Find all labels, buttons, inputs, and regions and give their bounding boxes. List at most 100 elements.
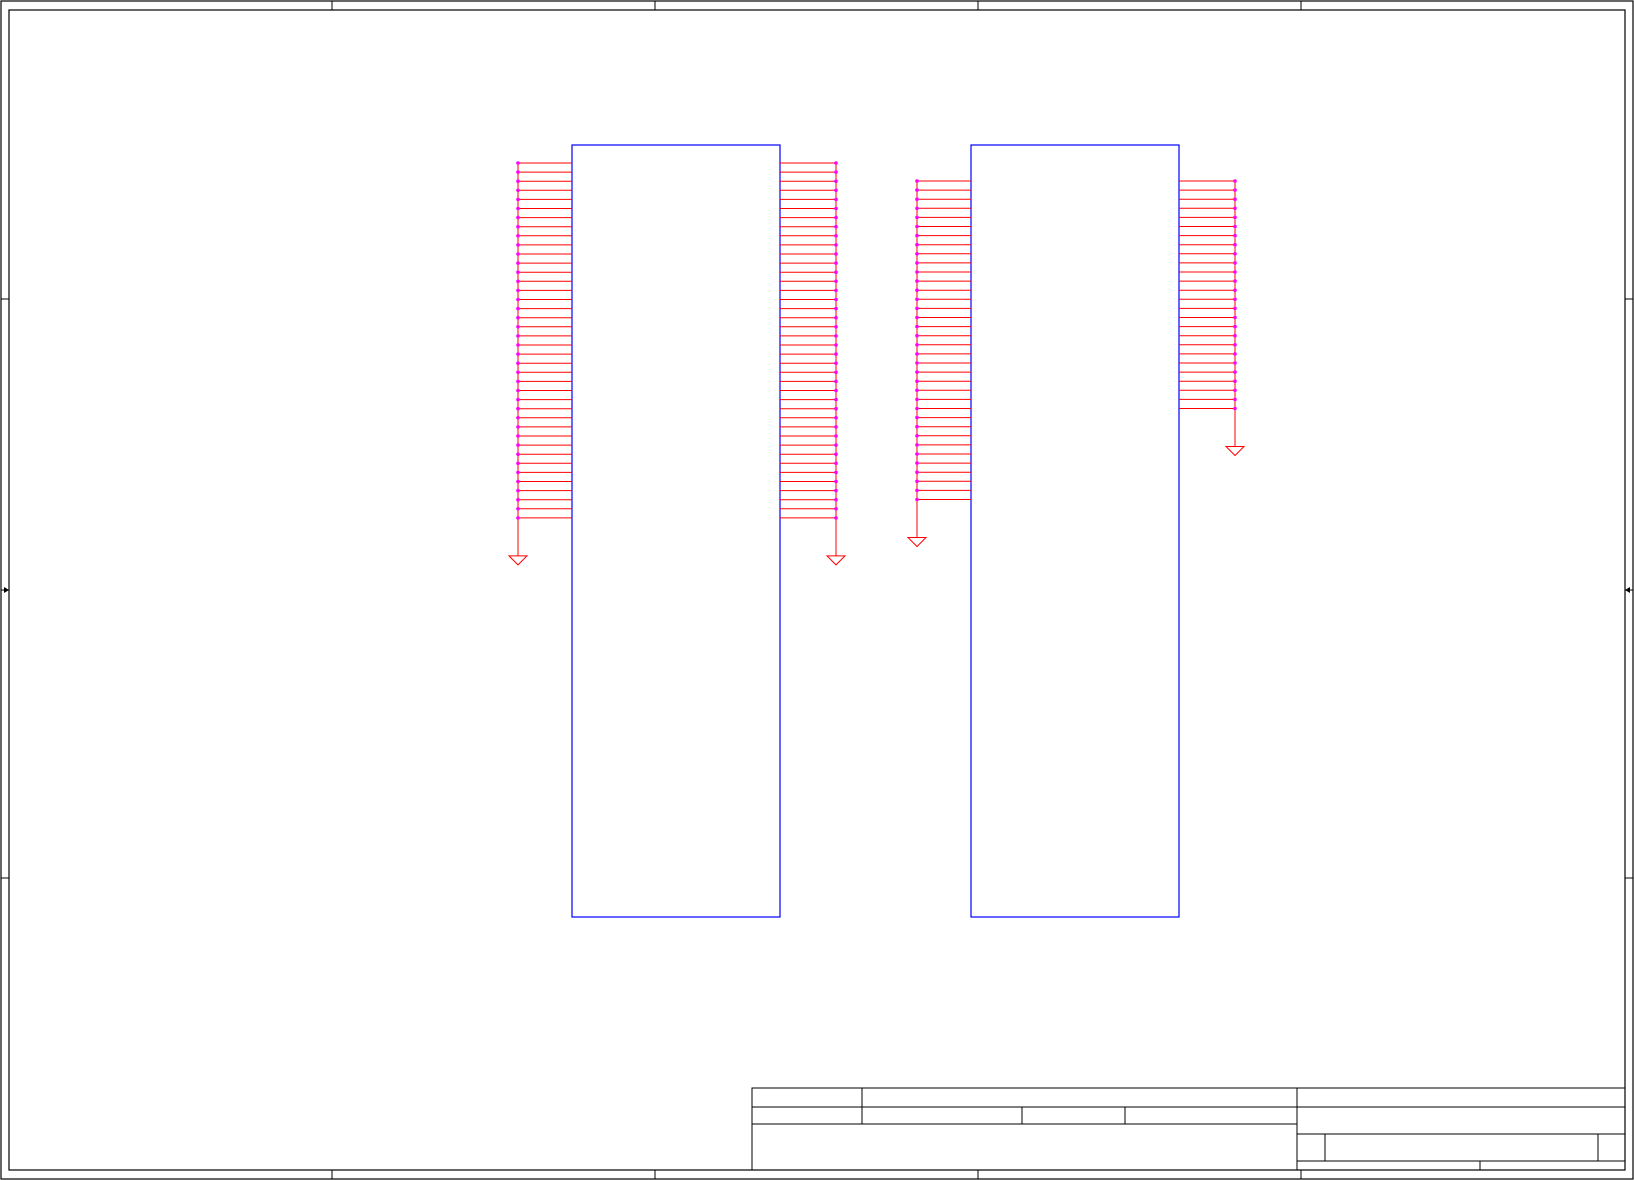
connector-2-left-junction-dot <box>915 288 919 293</box>
connector-1-right-junction-dot <box>834 397 838 402</box>
connector-1-right-junction-dot <box>834 288 838 293</box>
connector-1-left-junction-dot <box>516 352 520 356</box>
connector-1-right-junction-dot <box>834 170 838 174</box>
connector-2-left-junction-dot <box>915 261 919 265</box>
connector-2-left-junction-dot <box>915 488 919 493</box>
connector-2-left-junction-dot <box>915 361 919 365</box>
connector-2-left-junction-dot <box>915 452 919 456</box>
connector-1-left-junction-dot <box>516 443 520 447</box>
connector-1-right-junction-dot <box>834 425 838 429</box>
connector-1-right-junction-dot <box>834 479 838 484</box>
connector-2-left-junction-dot <box>915 233 919 238</box>
connector-1-left-junction-dot <box>516 379 520 384</box>
connector-2-left-junction-dot <box>915 370 919 374</box>
connector-2-right-junction-dot <box>1233 388 1237 393</box>
connector-2-left-junction-dot <box>915 333 919 338</box>
title-block <box>751 1087 1626 1171</box>
connector-2-right-junction-dot <box>1233 406 1237 411</box>
connector-2-right-junction-dot <box>1233 188 1237 192</box>
connector-2-right-junction-dot <box>1233 297 1237 302</box>
connector-1-right-junction-dot <box>834 334 838 338</box>
connector-2-right-junction-dot <box>1233 279 1237 283</box>
connector-1-right-junction-dot <box>834 370 838 375</box>
connector-2-left-junction-dot <box>915 397 919 402</box>
connector-1-right-junction-dot <box>834 206 838 211</box>
connector-1-right-junction-dot <box>834 270 838 275</box>
connector-1-left-junction-dot <box>516 224 520 229</box>
connector-2-left-junction-dot <box>915 188 919 192</box>
connector-1-left-junction-dot <box>516 334 520 338</box>
connector-1-left-junction-dot <box>516 388 520 393</box>
connector-2-right-junction-dot <box>1233 261 1237 265</box>
connector-1-left-junction-dot <box>516 516 520 520</box>
connector-1-left-junction-dot <box>516 507 520 511</box>
zone-ticks <box>1 1 1633 1179</box>
connector-1-right-junction-dot <box>834 406 838 411</box>
connector-2-right-junction-dot <box>1233 288 1237 293</box>
connector-1-left-junction-dot <box>516 261 520 265</box>
connector-2-left-junction-dot <box>915 352 919 356</box>
connector-1-left-junction-dot <box>516 170 520 174</box>
connector-2-right-junction-dot <box>1233 224 1237 229</box>
inner-frame <box>8 9 1626 1171</box>
connector-1-left-junction-dot <box>516 315 520 320</box>
connector-2-left-junction-dot <box>915 343 919 347</box>
connector-2-right-junction-dot <box>1233 179 1237 183</box>
connector-1-right-junction-dot <box>834 243 838 247</box>
connector-2-left-junction-dot <box>915 279 919 283</box>
connector-1-body <box>571 144 781 918</box>
connector-1-right-junction-dot <box>834 261 838 265</box>
connector-1-left-junction-dot <box>516 188 520 193</box>
center-arrow-left <box>4 587 9 593</box>
connector-2-right-pins <box>1179 179 1246 457</box>
connector-1-left-ground-symbol <box>507 555 529 566</box>
connector-2-right-ground-symbol <box>1224 446 1246 457</box>
connector-1-left-junction-dot <box>516 270 520 275</box>
connector-1-right-junction-dot <box>834 361 838 366</box>
connector-2-right-junction-dot <box>1233 333 1237 338</box>
connector-2-left-junction-dot <box>915 179 919 183</box>
connector-2-right-junction-dot <box>1233 242 1237 247</box>
connector-2-right-junction-dot <box>1233 215 1237 220</box>
connector-1-right-junction-dot <box>834 516 838 520</box>
connector-1-left-junction-dot <box>516 452 520 457</box>
connector-1-left-junction-dot <box>516 488 520 493</box>
connector-2-left-junction-dot <box>915 206 919 211</box>
connector-2-right-junction-dot <box>1233 361 1237 365</box>
connector-1-left-junction-dot <box>516 406 520 411</box>
connector-1-right-junction-dot <box>834 224 838 229</box>
connector-1-right-junction-dot <box>834 461 838 466</box>
connector-2-right-junction-dot <box>1233 197 1237 201</box>
connector-1-right-junction-dot <box>834 252 838 256</box>
connector-2-body <box>970 144 1180 918</box>
connector-1-right-junction-dot <box>834 443 838 447</box>
connector-2-left-junction-dot <box>915 215 919 220</box>
connector-1-left-junction-dot <box>516 197 520 202</box>
connector-1-left-junction-dot <box>516 234 520 238</box>
connector-1-right-junction-dot <box>834 234 838 238</box>
connector-2-left-junction-dot <box>915 197 919 201</box>
connector-1-right-junction-dot <box>834 325 838 329</box>
connector-1-right-junction-dot <box>834 488 838 493</box>
connector-1-left-junction-dot <box>516 215 520 220</box>
connector-1-left-junction-dot <box>516 425 520 429</box>
connector-1-left-junction-dot <box>516 470 520 475</box>
connector-1-left-junction-dot <box>516 252 520 256</box>
connector-1-left-junction-dot <box>516 325 520 329</box>
connector-1-right-junction-dot <box>834 507 838 511</box>
connector-1-left-junction-dot <box>516 397 520 402</box>
connector-1-left-junction-dot <box>516 179 520 183</box>
connector-1-left-junction-dot <box>516 416 520 420</box>
connector-2-left-junction-dot <box>915 434 919 438</box>
connector-2-right-junction-dot <box>1233 270 1237 274</box>
schematic-sheet <box>0 0 1634 1180</box>
connector-1-left-junction-dot <box>516 288 520 293</box>
connector-1-left-junction-dot <box>516 434 520 438</box>
connector-2-right-junction-dot <box>1233 343 1237 347</box>
connector-1-right-junction-dot <box>834 343 838 347</box>
connector-1-left-junction-dot <box>516 161 520 165</box>
connector-1-right-junction-dot <box>834 315 838 320</box>
connector-2-right-junction-dot <box>1233 315 1237 320</box>
connector-1-right-junction-dot <box>834 197 838 202</box>
connector-2-right-junction-dot <box>1233 379 1237 384</box>
